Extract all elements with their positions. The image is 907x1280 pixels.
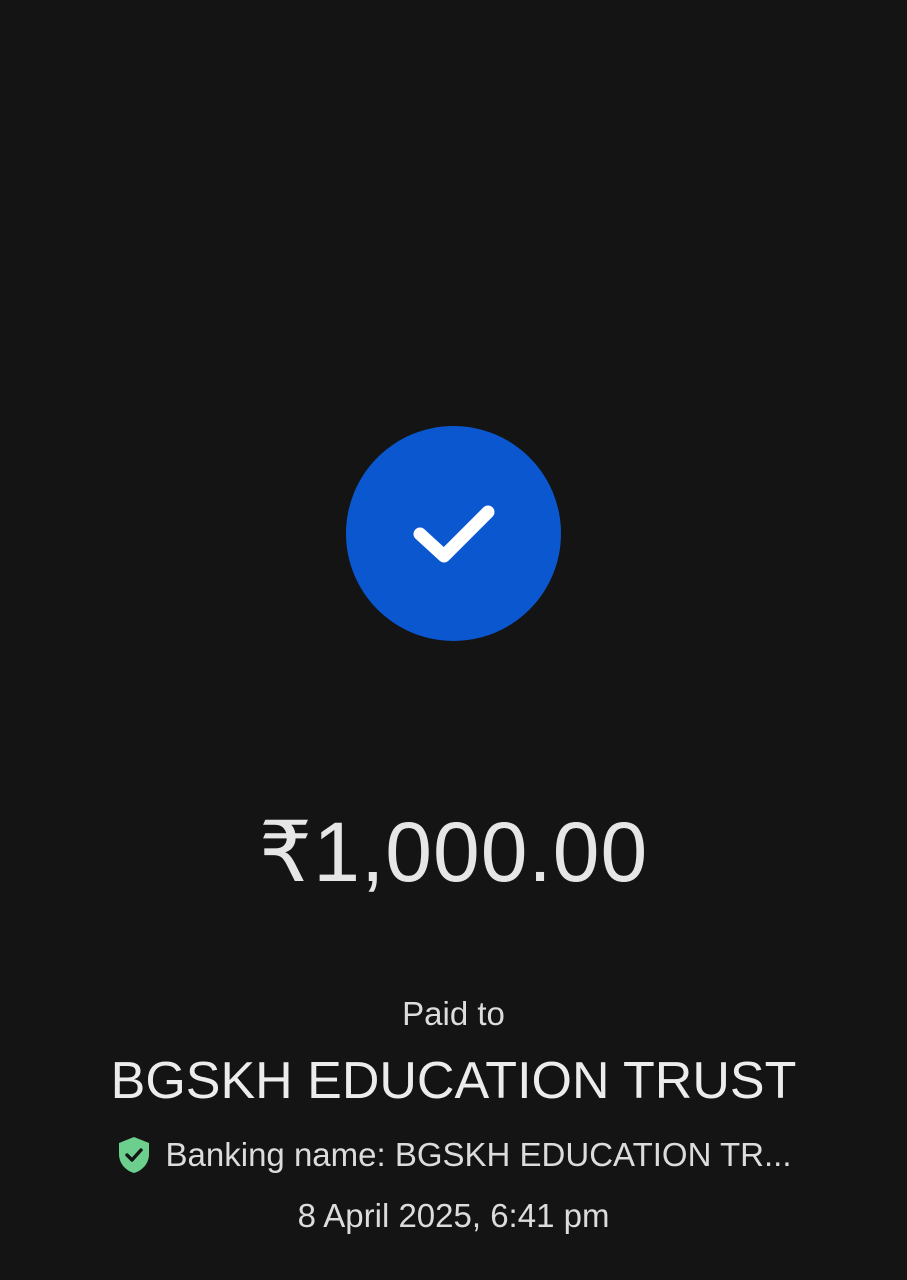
payee-name: BGSKH EDUCATION TRUST [110,1052,797,1110]
success-badge [346,426,561,641]
check-icon [413,505,494,562]
banking-name-row: Banking name: BGSKH EDUCATION TR... [0,1133,907,1177]
payment-success-screen: ₹1,000.00 Paid to BGSKH EDUCATION TRUST … [0,0,907,1280]
banking-name-text: Banking name: BGSKH EDUCATION TR... [165,1136,792,1173]
payment-amount: ₹1,000.00 [258,805,649,899]
verified-shield-icon [118,1137,149,1173]
payment-datetime: 8 April 2025, 6:41 pm [297,1197,610,1234]
paid-to-label: Paid to [402,995,505,1032]
